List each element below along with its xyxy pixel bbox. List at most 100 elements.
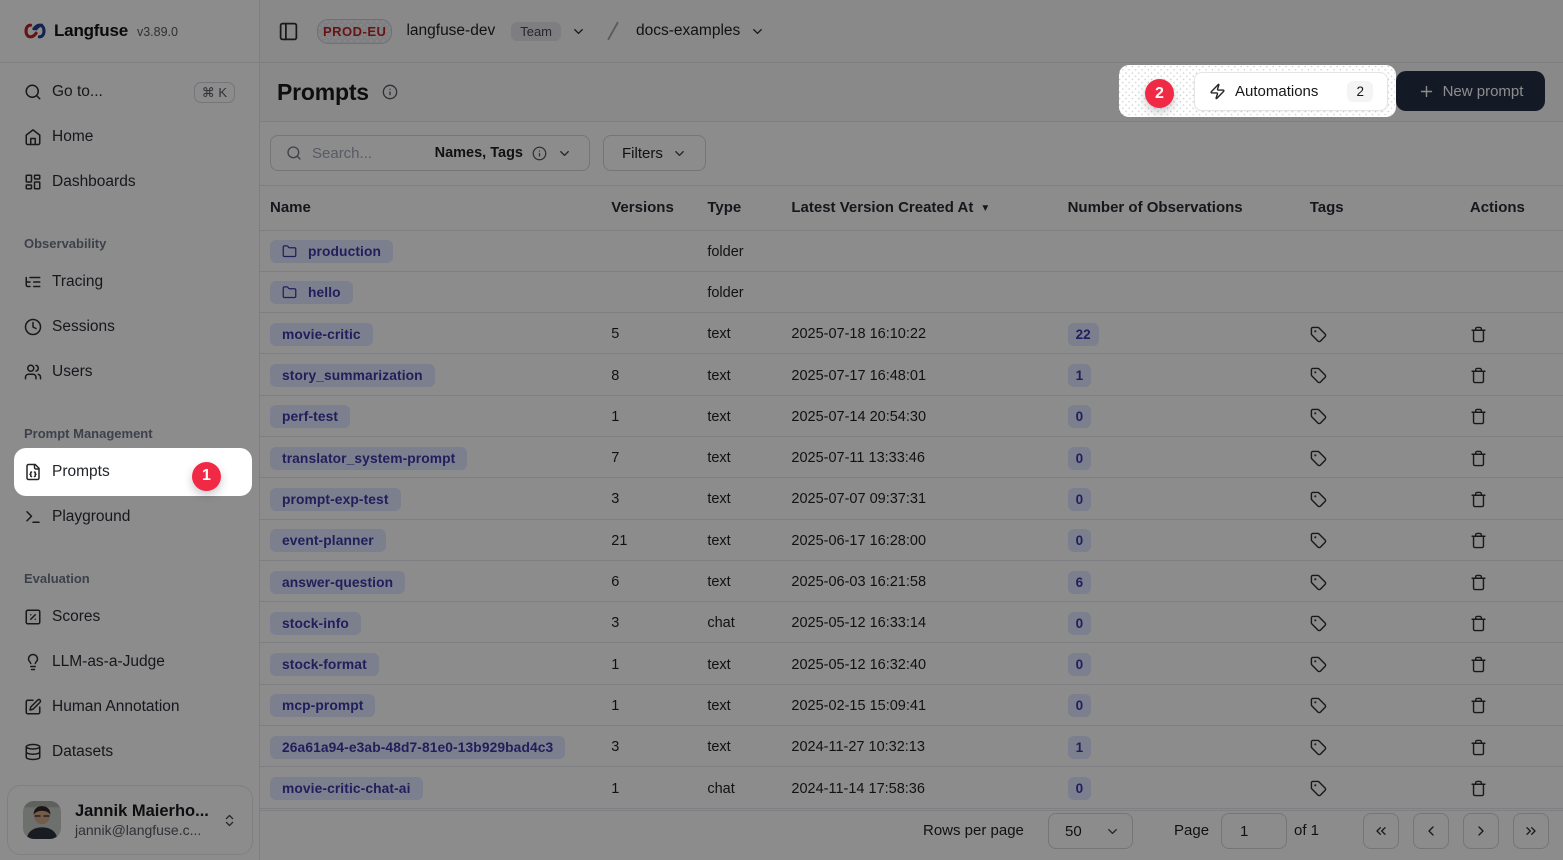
table-row[interactable]: translator_system-prompt 7 text 2025-07-… <box>260 436 1563 477</box>
col-header-actions[interactable]: Actions <box>1460 186 1563 230</box>
trash-icon[interactable] <box>1470 408 1487 425</box>
sidebar-item-users[interactable]: Users <box>12 352 247 392</box>
trash-icon[interactable] <box>1470 615 1487 632</box>
project-chevron-down-icon[interactable] <box>750 24 765 39</box>
breadcrumb-project[interactable]: docs-examples <box>636 22 740 40</box>
col-header-created-at[interactable]: Latest Version Created At▼ <box>781 186 1057 230</box>
table-row[interactable]: stock-format 1 text 2025-05-12 16:32:40 … <box>260 643 1563 684</box>
sidebar-item-tracing[interactable]: Tracing <box>12 262 247 302</box>
new-prompt-button[interactable]: New prompt <box>1396 71 1545 111</box>
prompt-name-pill[interactable]: stock-format <box>270 653 379 676</box>
trash-icon[interactable] <box>1470 780 1487 797</box>
prompt-name-pill[interactable]: story_summarization <box>270 364 435 387</box>
col-header-type[interactable]: Type <box>697 186 781 230</box>
sidebar-item-sessions[interactable]: Sessions <box>12 307 247 347</box>
tag-icon[interactable] <box>1310 450 1327 467</box>
table-row[interactable]: production folder <box>260 230 1563 271</box>
rows-per-page-select[interactable]: 50 <box>1048 813 1133 849</box>
prompt-name-pill[interactable]: answer-question <box>270 571 405 594</box>
goto-search[interactable]: Go to... ⌘ K <box>12 72 247 112</box>
breadcrumb-org[interactable]: langfuse-dev <box>406 22 495 40</box>
user-menu[interactable]: Jannik Maierho... jannik@langfuse.c... <box>7 785 253 855</box>
table-row[interactable]: movie-critic 5 text 2025-07-18 16:10:22 … <box>260 313 1563 354</box>
trash-icon[interactable] <box>1470 697 1487 714</box>
trash-icon[interactable] <box>1470 574 1487 591</box>
trash-icon[interactable] <box>1470 739 1487 756</box>
prompt-name-pill[interactable]: 26a61a94-e3ab-48d7-81e0-13b929bad4c3 <box>270 736 565 759</box>
prompt-name-pill[interactable]: perf-test <box>270 405 350 428</box>
table-row[interactable]: hello folder <box>260 271 1563 312</box>
tag-icon[interactable] <box>1310 574 1327 591</box>
prompt-name-pill[interactable]: movie-critic-chat-ai <box>270 777 423 800</box>
trash-icon[interactable] <box>1470 656 1487 673</box>
tag-icon[interactable] <box>1310 697 1327 714</box>
filters-button[interactable]: Filters <box>603 135 706 171</box>
trash-icon[interactable] <box>1470 491 1487 508</box>
table-row[interactable]: movie-critic-chat-ai 1 chat 2024-11-14 1… <box>260 767 1563 808</box>
prompt-name-pill[interactable]: prompt-exp-test <box>270 488 401 511</box>
prompt-name-pill[interactable]: mcp-prompt <box>270 694 375 717</box>
sidebar-item-human-annotation[interactable]: Human Annotation <box>12 687 247 727</box>
tag-icon[interactable] <box>1310 532 1327 549</box>
cell-name: perf-test <box>260 395 601 436</box>
sidebar-item-home[interactable]: Home <box>12 117 247 157</box>
sidebar-item-llm-as-a-judge[interactable]: LLM-as-a-Judge <box>12 642 247 682</box>
page-number-input[interactable] <box>1221 813 1287 849</box>
table-toolbar: Names, Tags Filters <box>260 122 1563 186</box>
prompt-name-pill[interactable]: production <box>270 240 393 263</box>
tag-icon[interactable] <box>1310 656 1327 673</box>
last-page-button[interactable] <box>1513 813 1549 849</box>
tag-icon[interactable] <box>1310 367 1327 384</box>
table-row[interactable]: story_summarization 8 text 2025-07-17 16… <box>260 354 1563 395</box>
table-row[interactable]: mcp-prompt 1 text 2025-02-15 15:09:41 0 <box>260 684 1563 725</box>
sidebar-item-prompts[interactable]: Prompts 1 <box>12 452 247 492</box>
sidebar-item-scores[interactable]: Scores <box>12 597 247 637</box>
prompt-name-pill[interactable]: event-planner <box>270 529 386 552</box>
search-input[interactable] <box>312 145 408 162</box>
next-page-button[interactable] <box>1463 813 1499 849</box>
prompt-name-pill[interactable]: hello <box>270 281 353 304</box>
cell-tags <box>1300 436 1460 477</box>
prompt-name-pill[interactable]: movie-critic <box>270 323 373 346</box>
cell-tags <box>1300 354 1460 395</box>
org-chevron-down-icon[interactable] <box>571 24 586 39</box>
table-row[interactable]: 26a61a94-e3ab-48d7-81e0-13b929bad4c3 3 t… <box>260 726 1563 767</box>
table-row[interactable]: stock-info 3 chat 2025-05-12 16:33:14 0 <box>260 602 1563 643</box>
col-header-name[interactable]: Name <box>260 186 601 230</box>
first-page-button[interactable] <box>1363 813 1399 849</box>
tag-icon[interactable] <box>1310 615 1327 632</box>
col-header-observations[interactable]: Number of Observations <box>1058 186 1300 230</box>
prompt-name-pill[interactable]: translator_system-prompt <box>270 447 467 470</box>
page-info-icon[interactable] <box>382 84 398 100</box>
previous-page-button[interactable] <box>1413 813 1449 849</box>
col-header-tags[interactable]: Tags <box>1300 186 1460 230</box>
sidebar-item-datasets[interactable]: Datasets <box>12 732 247 772</box>
cell-actions <box>1460 313 1563 354</box>
sidebar-item-playground[interactable]: Playground <box>12 497 247 537</box>
cell-type: text <box>697 519 781 560</box>
cell-type: folder <box>697 271 781 312</box>
tag-icon[interactable] <box>1310 739 1327 756</box>
search-scope-dropdown[interactable]: Names, Tags <box>435 145 572 161</box>
trash-icon[interactable] <box>1470 532 1487 549</box>
tag-icon[interactable] <box>1310 408 1327 425</box>
tag-icon[interactable] <box>1310 780 1327 797</box>
table-row[interactable]: answer-question 6 text 2025-06-03 16:21:… <box>260 560 1563 601</box>
chevrons-up-down-icon[interactable] <box>222 813 237 828</box>
table-row[interactable]: event-planner 21 text 2025-06-17 16:28:0… <box>260 519 1563 560</box>
tag-icon[interactable] <box>1310 326 1327 343</box>
automations-button[interactable]: Automations 2 <box>1194 72 1388 111</box>
trash-icon[interactable] <box>1470 367 1487 384</box>
sidebar-toggle-icon[interactable] <box>278 21 299 42</box>
environment-badge[interactable]: PROD-EU <box>317 19 392 44</box>
sidebar-item-dashboards[interactable]: Dashboards <box>12 162 247 202</box>
cell-created-at: 2025-05-12 16:32:40 <box>781 643 1057 684</box>
col-header-versions[interactable]: Versions <box>601 186 697 230</box>
trash-icon[interactable] <box>1470 326 1487 343</box>
trash-icon[interactable] <box>1470 450 1487 467</box>
search-box[interactable]: Names, Tags <box>270 135 590 171</box>
table-row[interactable]: prompt-exp-test 3 text 2025-07-07 09:37:… <box>260 478 1563 519</box>
table-row[interactable]: perf-test 1 text 2025-07-14 20:54:30 0 <box>260 395 1563 436</box>
prompt-name-pill[interactable]: stock-info <box>270 612 361 635</box>
tag-icon[interactable] <box>1310 491 1327 508</box>
